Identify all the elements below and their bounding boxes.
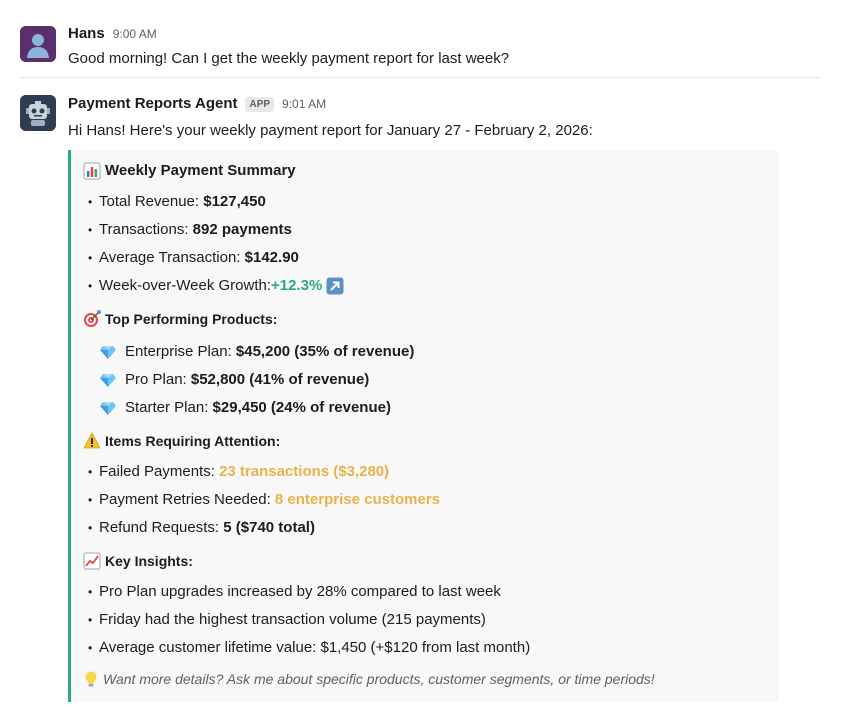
list-item: Enterprise Plan: $45,200 (35% of revenue… <box>83 338 779 366</box>
insights-list: Pro Plan upgrades increased by 28% compa… <box>83 578 779 662</box>
gem-icon <box>100 346 116 359</box>
message-text: Good morning! Can I get the weekly payme… <box>68 50 510 67</box>
list-item: Transactions: 892 payments <box>83 216 779 244</box>
line-chart-icon <box>83 552 101 570</box>
item-label: Payment Retries Needed: <box>99 491 275 508</box>
item-label: Failed Payments: <box>99 463 220 480</box>
list-item: Pro Plan upgrades increased by 28% compa… <box>83 578 779 606</box>
item-label: Starter Plan: <box>125 399 209 416</box>
list-item: Average Transaction: $142.90 <box>83 244 779 272</box>
message-text: Hi Hans! Here's your weekly payment repo… <box>68 122 593 139</box>
attention-list: Failed Payments: 23 transactions ($3,280… <box>83 458 779 542</box>
products-title: Top Performing Products: <box>105 311 278 327</box>
list-item: Average customer lifetime value: $1,450 … <box>83 634 779 662</box>
app-badge: APP <box>245 97 275 112</box>
item-value: $127,450 <box>203 193 266 210</box>
bar-chart-icon <box>83 162 101 180</box>
list-item: Pro Plan: $52,800 (41% of revenue) <box>83 366 779 394</box>
list-item: Failed Payments: 23 transactions ($3,280… <box>83 458 779 486</box>
warning-icon <box>83 432 101 449</box>
item-value: $45,200 (35% of revenue) <box>235 343 415 360</box>
item-label: Average Transaction: <box>99 249 245 266</box>
footer-note: Want more details? Ask me about specific… <box>83 668 779 690</box>
sender-name[interactable]: Hans <box>68 25 105 42</box>
products-list: Enterprise Plan: $45,200 (35% of revenue… <box>83 338 779 422</box>
item-value: 892 payments <box>192 221 292 238</box>
message-timestamp[interactable]: 9:01 AM <box>282 97 326 111</box>
item-label: Transactions: <box>99 221 193 238</box>
arrow-up-right-icon <box>326 277 344 295</box>
summary-title: Weekly Payment Summary <box>105 162 296 179</box>
message-agent: Payment Reports Agent APP 9:01 AM Hi Han… <box>0 70 862 702</box>
item-value: $142.90 <box>244 249 299 266</box>
item-label: Week-over-Week Growth: <box>99 277 271 294</box>
list-item: Friday had the highest transaction volum… <box>83 606 779 634</box>
growth-value: +12.3% <box>271 277 323 294</box>
report-attachment: Weekly Payment Summary Total Revenue: $1… <box>68 150 779 702</box>
attention-title: Items Requiring Attention: <box>105 433 281 449</box>
target-icon <box>84 310 101 327</box>
list-item: Refund Requests: 5 ($740 total) <box>83 514 779 542</box>
robot-icon <box>20 95 56 131</box>
warning-value: 8 enterprise customers <box>274 491 440 508</box>
products-heading: Top Performing Products: <box>83 308 779 330</box>
list-item: Payment Retries Needed: 8 enterprise cus… <box>83 486 779 514</box>
summary-list: Total Revenue: $127,450 Transactions: 89… <box>83 188 779 300</box>
gem-icon <box>100 402 116 415</box>
list-item: Starter Plan: $29,450 (24% of revenue) <box>83 394 779 422</box>
item-label: Enterprise Plan: <box>125 343 232 360</box>
sender-name[interactable]: Payment Reports Agent <box>68 95 237 112</box>
attention-heading: Items Requiring Attention: <box>83 430 779 452</box>
insights-heading: Key Insights: <box>83 550 779 572</box>
gem-icon <box>100 374 116 387</box>
item-label: Total Revenue: <box>99 193 204 210</box>
insights-title: Key Insights: <box>105 553 193 569</box>
footer-text: Want more details? Ask me about specific… <box>103 671 655 687</box>
summary-heading: Weekly Payment Summary <box>83 160 779 182</box>
lightbulb-icon <box>85 671 97 687</box>
person-icon <box>20 26 56 62</box>
list-item: Total Revenue: $127,450 <box>83 188 779 216</box>
item-label: Pro Plan: <box>125 371 187 388</box>
item-value: 5 ($740 total) <box>223 519 315 536</box>
item-label: Refund Requests: <box>99 519 224 536</box>
item-value: $52,800 (41% of revenue) <box>190 371 370 388</box>
message-hans: Hans 9:00 AM Good morning! Can I get the… <box>0 0 862 70</box>
bot-avatar[interactable] <box>20 95 56 131</box>
item-value: $29,450 (24% of revenue) <box>212 399 391 416</box>
list-item: Week-over-Week Growth: +12.3% <box>83 272 779 300</box>
warning-value: 23 transactions ($3,280) <box>219 463 390 480</box>
user-avatar[interactable] <box>20 26 56 62</box>
message-timestamp[interactable]: 9:00 AM <box>113 27 157 41</box>
